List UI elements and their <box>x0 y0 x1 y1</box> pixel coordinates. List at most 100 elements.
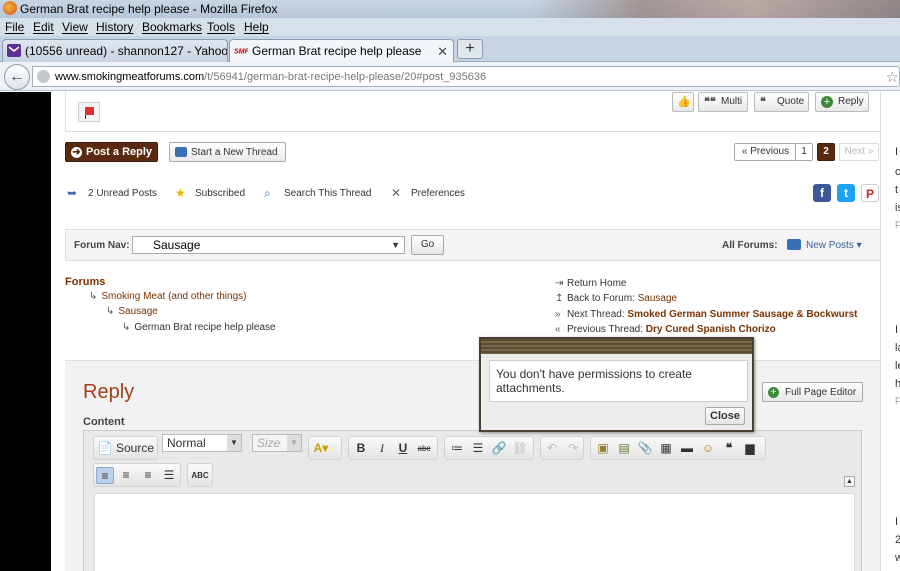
yahoo-mail-icon <box>7 44 21 57</box>
forum-page: 👍 ❝❝ Multi ❝ Quote + Reply ➜ Post a Repl… <box>51 92 880 571</box>
tab-german-brat[interactable]: SMF German Brat recipe help please ✕ <box>229 39 454 63</box>
breadcrumb-root[interactable]: Forums <box>65 276 105 288</box>
twitter-icon[interactable]: t <box>837 184 855 202</box>
size-value: Size <box>257 436 281 450</box>
reply-plus-icon: + <box>821 96 833 108</box>
attachment-icon[interactable]: 📎 <box>636 440 654 457</box>
reply-button[interactable]: + Reply <box>815 92 869 112</box>
maximize-icon[interactable]: ▲ <box>844 476 855 487</box>
chevron-down-icon: ▼ <box>287 435 301 451</box>
source-icon: 📄 <box>97 441 113 455</box>
back-arrow-icon[interactable]: ← <box>4 64 30 90</box>
align-right-icon[interactable]: ≡ <box>139 467 157 484</box>
page-left-margin <box>0 92 51 571</box>
breadcrumb-level-2[interactable]: ↳ Sausage <box>106 306 158 317</box>
insert-group: ▣ ▤ 📎 ▦ ▬ ☺ ❝ ▆ <box>590 436 766 460</box>
link-icon[interactable]: 🔗 <box>490 440 508 457</box>
speech-bubble-icon[interactable]: ▆ <box>741 440 759 457</box>
table-icon[interactable]: ▦ <box>657 440 675 457</box>
menu-history[interactable]: History <box>96 20 133 34</box>
report-flag-icon[interactable] <box>78 102 100 122</box>
menu-view[interactable]: View <box>62 20 88 34</box>
bullet-list-icon[interactable]: ☰ <box>469 440 487 457</box>
home-arrow-icon: ⇥ <box>555 278 564 289</box>
post-reply-button[interactable]: ➜ Post a Reply <box>65 142 158 162</box>
video-icon[interactable]: ▤ <box>615 440 633 457</box>
tab-yahoo-mail[interactable]: (10556 unread) - shannon127 - Yahoo... <box>2 39 228 62</box>
return-home-link[interactable]: ⇥ Return Home <box>555 278 626 289</box>
new-posts-link[interactable]: New Posts ▾ <box>806 240 862 251</box>
forum-nav-selected: Sausage <box>153 238 201 252</box>
close-tab-icon[interactable]: ✕ <box>437 44 448 60</box>
thumbs-up-button[interactable]: 👍 <box>672 92 694 112</box>
post-footer: 👍 ❝❝ Multi ❝ Quote + Reply <box>65 92 880 132</box>
menu-file[interactable]: File <box>5 20 24 34</box>
back-to-forum-link[interactable]: ↥ Back to Forum: Sausage <box>555 293 677 304</box>
previous-thread-link[interactable]: «Previous Thread: Dry Cured Spanish Chor… <box>555 324 776 335</box>
underline-icon[interactable]: U <box>394 440 412 457</box>
search-thread-link[interactable]: Search This Thread <box>284 188 371 199</box>
align-justify-icon[interactable]: ☰ <box>160 467 178 484</box>
forum-nav-label: Forum Nav: <box>74 240 130 251</box>
basic-style-group: B I U abc <box>348 436 438 460</box>
next-thread-link[interactable]: » Next Thread: Smoked German Summer Sausa… <box>555 309 857 320</box>
go-button[interactable]: Go <box>411 235 444 255</box>
unread-posts-link[interactable]: 2 Unread Posts <box>88 188 157 199</box>
blockquote-icon[interactable]: ❝ <box>720 440 738 457</box>
url-bar[interactable]: www.smokingmeatforums.com/t/56941/german… <box>32 66 900 87</box>
pagination-previous[interactable]: « Previous <box>734 143 797 161</box>
format-select[interactable]: Normal ▼ <box>162 434 242 452</box>
sidebar-text: F <box>895 396 900 406</box>
smiley-icon[interactable]: ☺ <box>699 440 717 457</box>
subscribed-link[interactable]: Subscribed <box>195 188 245 199</box>
new-posts-icon <box>787 239 801 250</box>
editor-text-area[interactable] <box>94 493 855 571</box>
source-button[interactable]: Source <box>116 441 154 455</box>
italic-icon[interactable]: I <box>373 440 391 457</box>
pagination-page-2: 2 <box>817 143 835 161</box>
bookmark-star-icon[interactable]: ☆ <box>886 68 899 86</box>
breadcrumb-level-1[interactable]: ↳ Smoking Meat (and other things) <box>89 291 246 302</box>
preferences-link[interactable]: Preferences <box>411 188 465 199</box>
bold-icon[interactable]: B <box>352 440 370 457</box>
undo-group: ↶ ↷ <box>540 436 584 460</box>
multi-quote-icon: ❝❝ <box>704 96 716 108</box>
dialog-close-button[interactable]: Close <box>705 407 745 425</box>
undo-icon: ↶ <box>546 441 558 455</box>
start-thread-label: Start a New Thread <box>191 147 278 158</box>
forum-nav-bar: Forum Nav: Sausage ▼ Go All Forums: New … <box>65 229 880 261</box>
facebook-icon[interactable]: f <box>813 184 831 202</box>
unread-posts-icon: ➥ <box>67 186 78 200</box>
align-center-icon[interactable]: ≡ <box>117 467 135 484</box>
menu-help[interactable]: Help <box>244 20 269 34</box>
text-color-icon[interactable]: A▾ <box>312 440 330 457</box>
forum-nav-select[interactable]: Sausage ▼ <box>132 236 405 254</box>
sidebar-text: I <box>895 516 899 528</box>
tools-icon: ✕ <box>391 186 402 200</box>
menu-edit[interactable]: Edit <box>33 20 54 34</box>
menu-tools[interactable]: Tools <box>207 20 235 34</box>
start-thread-button[interactable]: Start a New Thread <box>169 142 286 162</box>
menu-bar: File Edit View History Bookmarks Tools H… <box>0 18 900 36</box>
numbered-list-icon[interactable]: ≔ <box>448 440 466 457</box>
quote-button[interactable]: ❝ Quote <box>754 92 809 112</box>
multi-quote-button[interactable]: ❝❝ Multi <box>698 92 748 112</box>
sidebar-text: I <box>895 146 899 158</box>
menu-bookmarks[interactable]: Bookmarks <box>142 20 202 34</box>
pinterest-icon[interactable]: P <box>861 184 879 202</box>
rich-text-editor: 📄 Source Normal ▼ Size ▼ A▾ B I U abc ≔ ☰ … <box>83 430 862 571</box>
redo-icon: ↷ <box>567 441 579 455</box>
format-value: Normal <box>167 436 206 450</box>
image-icon[interactable]: ▣ <box>594 440 612 457</box>
sidebar-text: I <box>895 324 899 336</box>
post-reply-label: Post a Reply <box>86 146 153 158</box>
strikethrough-icon[interactable]: abc <box>415 440 433 457</box>
spellcheck-icon[interactable]: ABC <box>191 467 209 484</box>
align-left-icon[interactable]: ≡ <box>96 467 114 484</box>
pagination-page-1[interactable]: 1 <box>795 143 813 161</box>
horizontal-rule-icon[interactable]: ▬ <box>678 440 696 457</box>
new-tab-button[interactable]: + <box>457 39 483 59</box>
full-page-editor-button[interactable]: + Full Page Editor <box>762 382 863 402</box>
sidebar-text: 2 <box>895 534 900 546</box>
navigation-bar: ← www.smokingmeatforums.com/t/56941/germ… <box>0 62 900 91</box>
